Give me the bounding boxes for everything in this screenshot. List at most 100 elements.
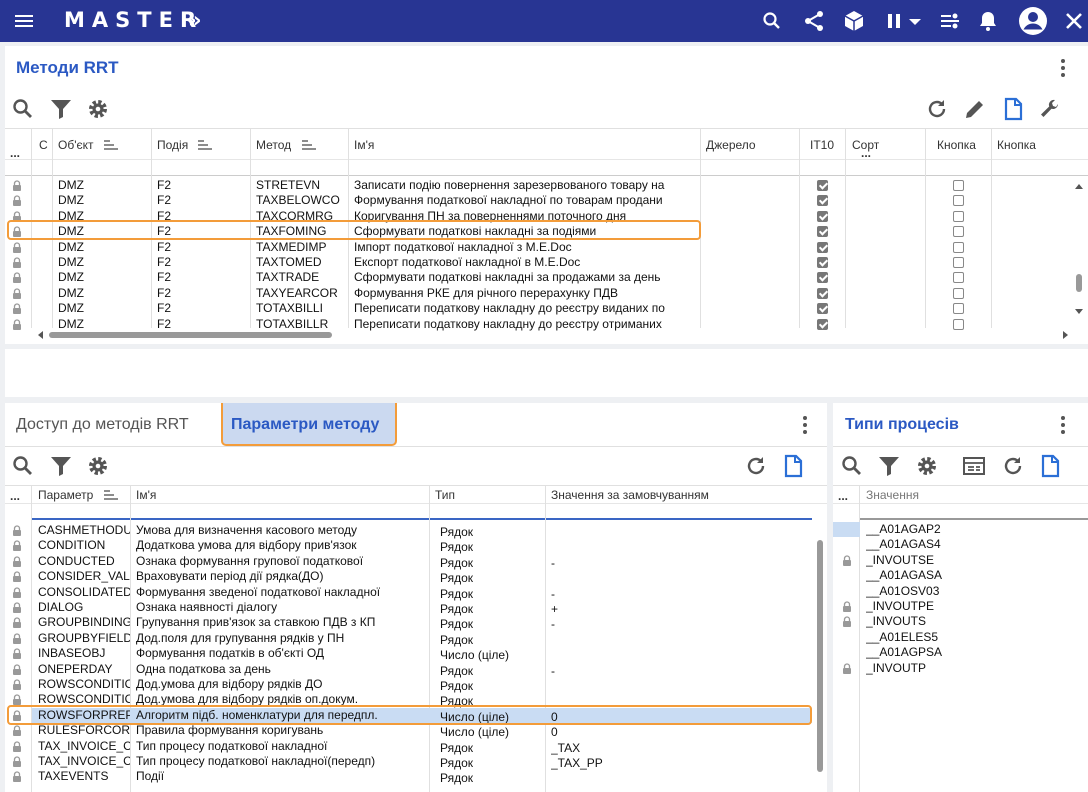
table-row[interactable]: _INVOUTS [833,614,1088,629]
table-row[interactable]: CONDUCTED Ознака формування групової пода… [5,554,813,570]
more-options-icon[interactable] [1060,414,1066,436]
new-document-icon[interactable] [1038,454,1062,478]
filter-icon[interactable] [49,454,73,478]
search-icon[interactable] [11,97,35,121]
it10-checkbox[interactable] [817,180,828,191]
table-row[interactable]: TAXEVENTS Події Рядок [5,769,813,785]
column-header-object[interactable]: Об'єкт [58,138,94,152]
table-row[interactable]: DMZ F2 TAXTRADE Сформувати податкові наклад… [5,270,1071,285]
button-checkbox[interactable] [953,272,964,283]
column-header-name[interactable]: Ім'я [136,488,156,502]
column-header-it10[interactable]: IT10 [810,138,834,152]
sort-icon[interactable] [104,140,118,150]
it10-checkbox[interactable] [817,211,828,222]
refresh-icon[interactable] [1001,454,1025,478]
chevron-down-icon[interactable] [905,9,925,33]
sort-icon[interactable] [302,140,316,150]
table-row[interactable]: GROUPBYFIELD Дод.поля для групування рядк… [5,631,813,647]
search-icon[interactable] [840,454,864,478]
column-header-c[interactable]: C [39,138,48,152]
button-checkbox[interactable] [953,288,964,299]
more-options-icon[interactable] [802,414,808,436]
cube-icon[interactable] [842,9,866,33]
table-row[interactable]: DMZ F2 TAXBELOWCO Формування податкової нак… [5,193,1071,208]
table-row[interactable]: CONSOLIDATED Формування зведеної податков… [5,585,813,601]
table-row[interactable]: CASHMETHODU Умова для визначення касового… [5,523,813,539]
column-header-type[interactable]: Тип [435,488,455,502]
it10-checkbox[interactable] [817,272,828,283]
it10-checkbox[interactable] [817,303,828,314]
button-checkbox[interactable] [953,226,964,237]
it10-checkbox[interactable] [817,226,828,237]
column-header-button[interactable]: Кнопка [937,138,976,152]
refresh-icon[interactable] [925,97,949,121]
it10-checkbox[interactable] [817,242,828,253]
refresh-icon[interactable] [744,454,768,478]
column-header-param[interactable]: Параметр [38,488,93,502]
table-row[interactable]: TAX_INVOICE_C Тип процесу податкової накл… [5,739,813,755]
vertical-scrollbar[interactable] [815,528,825,778]
table-row[interactable]: __A01OSV03 [833,584,1088,599]
it10-checkbox[interactable] [817,257,828,268]
table-row[interactable]: INBASEOBJ Формування податків в об'єкті О… [5,646,813,662]
column-header-source[interactable]: Джерело [706,138,756,152]
table-row[interactable]: _INVOUTSE [833,553,1088,568]
search-icon[interactable] [760,9,784,33]
bell-icon[interactable] [976,9,1000,33]
table-view-icon[interactable] [962,454,986,478]
menu-icon[interactable] [12,9,36,33]
vertical-scrollbar[interactable] [1072,179,1086,319]
button-checkbox[interactable] [953,180,964,191]
new-document-icon[interactable] [781,454,805,478]
table-row[interactable]: __A01ELES5 [833,630,1088,645]
table-row[interactable]: DMZ F2 STRETEVN Записати подію повернення з… [5,178,1071,193]
table-row[interactable]: GROUPBINDING Групування прив'язок за став… [5,615,813,631]
table-row[interactable]: ROWSCONDITIO Дод.умова для відбору рядків… [5,677,813,693]
edit-icon[interactable] [963,97,987,121]
table-row[interactable]: __A01AGPSA [833,645,1088,660]
list-settings-icon[interactable] [938,9,962,33]
wrench-icon[interactable] [1038,97,1062,121]
table-row[interactable]: __A01AGAP2 [833,522,1088,537]
table-row[interactable]: DMZ F2 TAXYEARCOR Формування РКЕ для річног… [5,286,1071,301]
table-row[interactable]: _INVOUTPE [833,599,1088,614]
gear-icon[interactable] [86,97,110,121]
column-menu-dots[interactable]: ... [861,146,871,160]
column-menu-dots[interactable]: ... [10,489,20,503]
column-header-button[interactable]: Кнопка [997,138,1036,152]
table-row[interactable]: CONSIDER_VAL Враховувати період дії рядка… [5,569,813,585]
new-document-icon[interactable] [1001,97,1025,121]
column-menu-dots[interactable]: ... [838,489,848,503]
column-header-name[interactable]: Ім'я [354,138,374,152]
column-header-event[interactable]: Подія [157,138,188,152]
button-checkbox[interactable] [953,211,964,222]
close-icon[interactable] [1062,9,1086,33]
table-row[interactable]: TAX_INVOICE_C Тип процесу податкової накл… [5,754,813,770]
column-menu-dots[interactable]: ... [10,146,20,160]
column-header-default-value[interactable]: Значення за замовчуванням [551,488,709,502]
gear-icon[interactable] [915,454,939,478]
button-checkbox[interactable] [953,195,964,206]
table-row[interactable]: __A01AGAS4 [833,537,1088,552]
share-icon[interactable] [802,9,826,33]
table-row[interactable]: __A01AGASA [833,568,1088,583]
sort-icon[interactable] [104,490,118,500]
it10-checkbox[interactable] [817,288,828,299]
table-row[interactable]: DMZ F2 TOTAXBILLI Переписати податкову накл… [5,301,1071,316]
table-row[interactable]: RULESFORCORI Правила формування коригуван… [5,723,813,739]
more-options-icon[interactable] [1060,57,1066,79]
column-header-method[interactable]: Метод [256,138,291,152]
column-header-value[interactable]: Значення [866,488,919,502]
button-checkbox[interactable] [953,242,964,253]
table-row[interactable]: DMZ F2 TAXMEDIMP Імпорт податкової накладно… [5,240,1071,255]
table-row[interactable]: CONDITION Додаткова умова для відбору при… [5,538,813,554]
table-row[interactable]: ONEPERDAY Одна податкова за день Рядок - [5,662,813,678]
table-row[interactable]: DIALOG Ознака наявності діалогу Рядок + [5,600,813,616]
sort-icon[interactable] [198,140,212,150]
tab-method-access[interactable]: Доступ до методів RRT [16,416,189,434]
account-icon[interactable] [1018,6,1048,36]
table-row[interactable]: DMZ F2 TAXTOMED Експорт податкової накладно… [5,255,1071,270]
filter-icon[interactable] [49,97,73,121]
table-row[interactable]: _INVOUTP [833,661,1088,676]
horizontal-scrollbar[interactable] [35,329,1075,341]
